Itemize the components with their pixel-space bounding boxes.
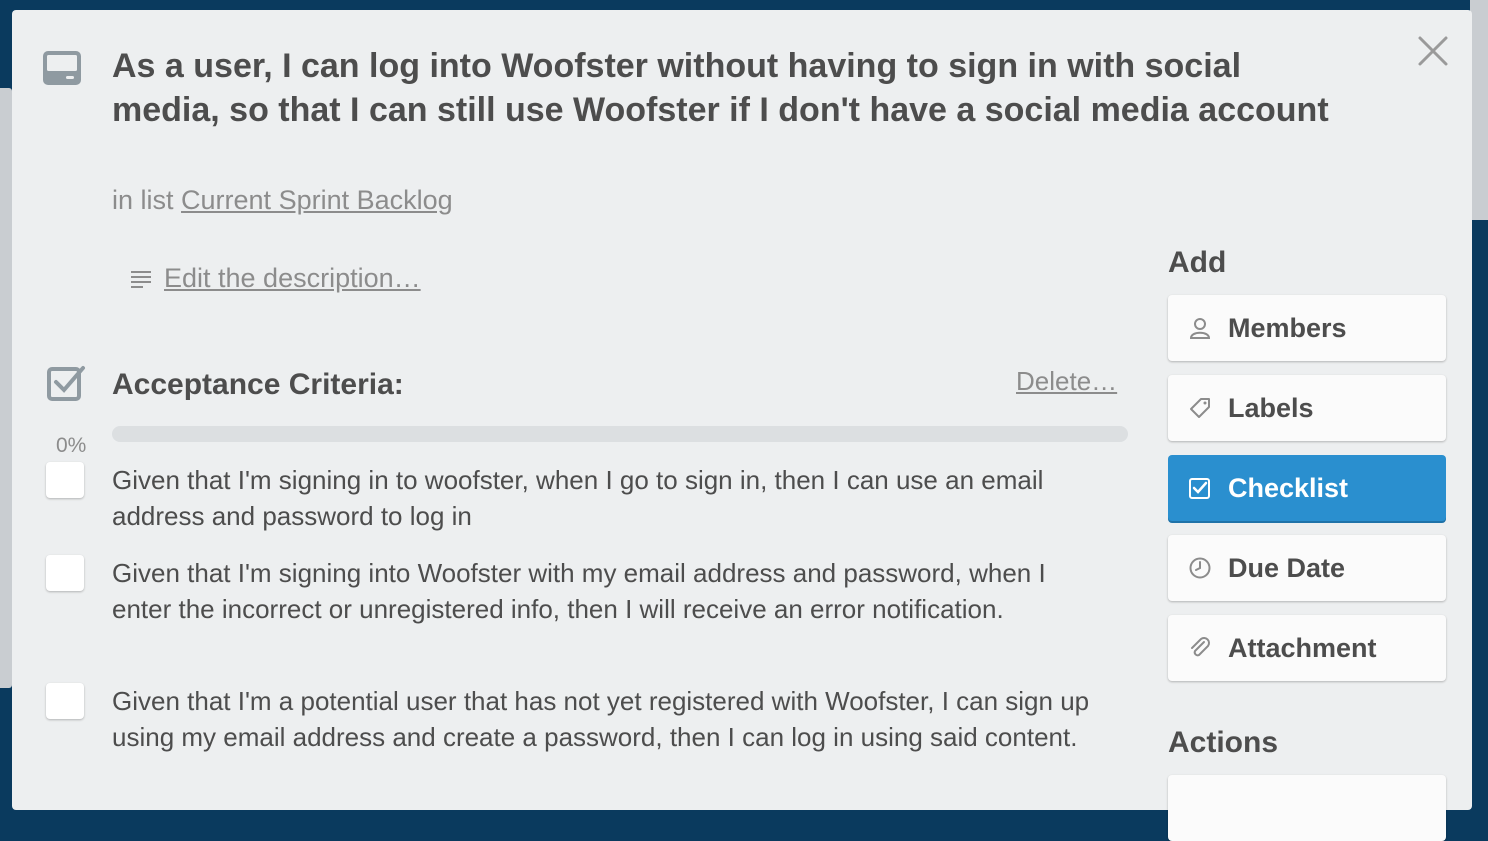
checklist-item-text[interactable]: Given that I'm a potential user that has… <box>112 683 1102 755</box>
clock-icon <box>1189 557 1211 579</box>
members-label: Members <box>1228 312 1347 343</box>
progress-percent: 0% <box>56 434 87 457</box>
actions-heading: Actions <box>1168 726 1279 759</box>
checklist-item-checkbox[interactable] <box>46 462 84 498</box>
add-heading: Add <box>1168 246 1227 279</box>
tag-icon <box>1190 398 1210 418</box>
background-list <box>0 88 12 688</box>
background-list-right <box>1470 0 1488 220</box>
checklist-button[interactable]: Checklist <box>1168 455 1446 521</box>
person-icon <box>1189 318 1211 339</box>
progress-bar <box>112 426 1128 442</box>
labels-button[interactable]: Labels <box>1168 375 1446 441</box>
close-icon[interactable] <box>1416 34 1450 68</box>
card-title[interactable]: As a user, I can log into Woofster witho… <box>112 44 1332 132</box>
due-date-label: Due Date <box>1228 552 1346 583</box>
paperclip-icon <box>1191 637 1210 657</box>
attachment-label: Attachment <box>1228 632 1377 663</box>
edit-description-label: Edit the description… <box>164 263 421 293</box>
checklist-item-text[interactable]: Given that I'm signing into Woofster wit… <box>112 555 1102 627</box>
checkbox-icon <box>1189 478 1210 499</box>
checklist-item-checkbox[interactable] <box>46 555 84 591</box>
checklist-item-text[interactable]: Given that I'm signing in to woofster, w… <box>112 462 1102 534</box>
action-button[interactable] <box>1168 775 1446 841</box>
checklist-title[interactable]: Acceptance Criteria: <box>112 368 404 402</box>
list-location: in list Current Sprint Backlog <box>112 185 453 216</box>
members-button[interactable]: Members <box>1168 295 1446 361</box>
delete-checklist-link[interactable]: Delete… <box>1016 366 1117 397</box>
labels-label: Labels <box>1228 392 1314 423</box>
checklist-item-checkbox[interactable] <box>46 683 84 719</box>
attachment-button[interactable]: Attachment <box>1168 615 1446 681</box>
card-icon <box>43 51 81 85</box>
card-detail-modal: As a user, I can log into Woofster witho… <box>12 10 1472 841</box>
due-date-button[interactable]: Due Date <box>1168 535 1446 601</box>
list-link[interactable]: Current Sprint Backlog <box>181 185 453 215</box>
description-icon <box>131 270 151 288</box>
edit-description-link[interactable]: Edit the description… <box>130 263 421 294</box>
checklist-label: Checklist <box>1228 472 1349 503</box>
in-list-prefix: in list <box>112 185 174 215</box>
checklist-icon <box>47 366 85 401</box>
